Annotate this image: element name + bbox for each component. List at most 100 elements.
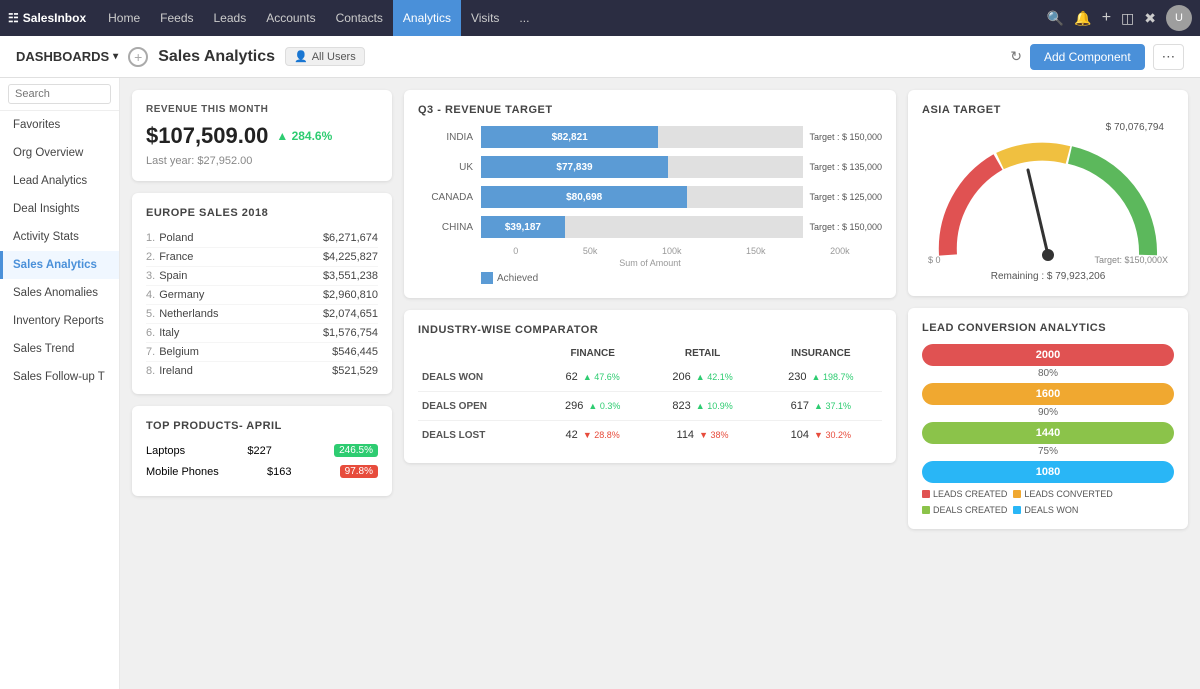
nav-item-contacts[interactable]: Contacts <box>326 0 393 36</box>
asia-target-card: ASIA TARGET $ 70,076,794 <box>908 90 1188 296</box>
q3-revenue-card: Q3 - REVENUE TARGET INDIA $82,821 Target… <box>404 90 896 298</box>
europe-row-germany: 4.Germany $2,960,810 <box>146 286 378 305</box>
q3-title: Q3 - REVENUE TARGET <box>418 104 882 116</box>
more-options-button[interactable]: ⋯ <box>1153 44 1184 70</box>
users-icon: 👤 <box>294 50 308 63</box>
bar-row-china: CHINA $39,187 Target : $ 150,000 <box>418 216 882 238</box>
mobile-badge: 97.8% <box>340 465 378 478</box>
asia-target-title: ASIA TARGET <box>922 104 1174 116</box>
up-triangle-icon: ▲ <box>276 129 288 143</box>
sidebar-item-deal-insights[interactable]: Deal Insights <box>0 195 119 223</box>
industry-comparator-card: INDUSTRY-WISE COMPARATOR FINANCE RETAIL … <box>404 310 896 463</box>
close-icon[interactable]: ✖ <box>1144 10 1156 27</box>
laptops-badge: 246.5% <box>334 444 378 457</box>
gauge-top-value: $ 70,076,794 <box>922 122 1164 133</box>
nav-right: 🔍 🔔 + ◫ ✖ U <box>1047 5 1192 31</box>
revenue-card: REVENUE THIS MONTH $107,509.00 ▲ 284.6% … <box>132 90 392 181</box>
europe-row-ireland: 8.Ireland $521,529 <box>146 362 378 380</box>
lead-bar-1600: 1600 <box>922 383 1174 405</box>
sidebar-item-inventory-reports[interactable]: Inventory Reports <box>0 307 119 335</box>
nav-item-visits[interactable]: Visits <box>461 0 509 36</box>
table-row-deals-open: DEALS OPEN 296 ▲ 0.3% 823 ▲ 10.9% 617 <box>418 392 882 421</box>
sidebar-item-sales-trend[interactable]: Sales Trend <box>0 335 119 363</box>
lead-bar-2000: 2000 <box>922 344 1174 366</box>
legend-item-leads-created: LEADS CREATED <box>922 489 1007 499</box>
main-layout: Favorites Org Overview Lead Analytics De… <box>0 78 1200 689</box>
comparator-title: INDUSTRY-WISE COMPARATOR <box>418 324 882 336</box>
lead-conversion-title: LEAD CONVERSION ANALYTICS <box>922 322 1174 334</box>
europe-row-belgium: 7.Belgium $546,445 <box>146 343 378 362</box>
europe-row-spain: 3.Spain $3,551,238 <box>146 267 378 286</box>
nav-item-analytics[interactable]: Analytics <box>393 0 461 36</box>
lead-bar-1080: 1080 <box>922 461 1174 483</box>
bar-row-canada: CANADA $80,698 Target : $ 125,000 <box>418 186 882 208</box>
sidebar: Favorites Org Overview Lead Analytics De… <box>0 78 120 689</box>
sidebar-item-lead-analytics[interactable]: Lead Analytics <box>0 167 119 195</box>
lead-conversion-card: LEAD CONVERSION ANALYTICS 2000 80% 1600 … <box>908 308 1188 529</box>
lead-bar-1440: 1440 <box>922 422 1174 444</box>
plus-icon[interactable]: + <box>1102 9 1111 27</box>
page-title: Sales Analytics <box>158 48 275 66</box>
gauge-svg <box>928 135 1168 265</box>
refresh-icon[interactable]: ↻ <box>1010 48 1022 65</box>
lead-pct-90: 90% <box>922 407 1174 418</box>
chart-axis: 050k100k150k200k <box>418 246 882 256</box>
europe-row-italy: 6.Italy $1,576,754 <box>146 324 378 343</box>
dashboards-button[interactable]: DASHBOARDS ▾ <box>16 49 118 64</box>
sidebar-item-sales-anomalies[interactable]: Sales Anomalies <box>0 279 119 307</box>
nav-brand[interactable]: ☷ SalesInbox <box>8 11 86 25</box>
add-dashboard-button[interactable]: + <box>128 47 148 67</box>
revenue-last-year: Last year: $27,952.00 <box>146 155 378 167</box>
grid-icon[interactable]: ◫ <box>1121 10 1134 27</box>
chart-sum-label: Sum of Amount <box>418 258 882 268</box>
europe-sales-card: EUROPE SALES 2018 1.Poland $6,271,674 2.… <box>132 193 392 394</box>
europe-row-netherlands: 5.Netherlands $2,074,651 <box>146 305 378 324</box>
avatar[interactable]: U <box>1166 5 1192 31</box>
nav-item-home[interactable]: Home <box>98 0 150 36</box>
legend-box-achieved <box>481 272 493 284</box>
sidebar-item-sales-followup[interactable]: Sales Follow-up T <box>0 363 119 391</box>
revenue-title: REVENUE THIS MONTH <box>146 104 378 115</box>
comparator-table: FINANCE RETAIL INSURANCE DEALS WON 62 ▲ … <box>418 344 882 449</box>
content-area: REVENUE THIS MONTH $107,509.00 ▲ 284.6% … <box>120 78 1200 689</box>
product-row-mobile: Mobile Phones $163 97.8% <box>146 461 378 482</box>
chart-legend: Achieved <box>418 272 882 284</box>
nav-item-leads[interactable]: Leads <box>204 0 257 36</box>
lead-pct-80: 80% <box>922 368 1174 379</box>
gauge-remaining: Remaining : $ 79,923,206 <box>991 271 1106 282</box>
europe-row-france: 2.France $4,225,827 <box>146 248 378 267</box>
table-row-deals-won: DEALS WON 62 ▲ 47.6% 206 ▲ 42.1% 230 <box>418 363 882 392</box>
all-users-badge[interactable]: 👤 All Users <box>285 47 365 66</box>
europe-row-poland: 1.Poland $6,271,674 <box>146 229 378 248</box>
nav-item-feeds[interactable]: Feeds <box>150 0 203 36</box>
product-row-laptops: Laptops $227 246.5% <box>146 440 378 461</box>
bell-icon[interactable]: 🔔 <box>1074 10 1091 27</box>
gauge-container: $ 0 Target: $150,000X Remaining : $ 79,9… <box>922 135 1174 282</box>
revenue-change-badge: ▲ 284.6% <box>276 129 332 143</box>
nav-item-accounts[interactable]: Accounts <box>256 0 325 36</box>
toolbar-right: ↻ Add Component ⋯ <box>1010 44 1184 70</box>
brand-icon: ☷ <box>8 11 19 25</box>
top-products-title: TOP PRODUCTS- APRIL <box>146 420 378 432</box>
europe-sales-title: EUROPE SALES 2018 <box>146 207 378 219</box>
top-nav: ☷ SalesInbox Home Feeds Leads Accounts C… <box>0 0 1200 36</box>
legend-item-deals-won: DEALS WON <box>1013 505 1078 515</box>
lead-pct-75: 75% <box>922 446 1174 457</box>
sidebar-item-activity-stats[interactable]: Activity Stats <box>0 223 119 251</box>
search-icon[interactable]: 🔍 <box>1047 10 1064 27</box>
toolbar: DASHBOARDS ▾ + Sales Analytics 👤 All Use… <box>0 36 1200 78</box>
legend-item-leads-converted: LEADS CONVERTED <box>1013 489 1112 499</box>
sidebar-item-favorites[interactable]: Favorites <box>0 111 119 139</box>
revenue-amount-row: $107,509.00 ▲ 284.6% <box>146 123 378 149</box>
sidebar-item-sales-analytics[interactable]: Sales Analytics <box>0 251 119 279</box>
left-column: REVENUE THIS MONTH $107,509.00 ▲ 284.6% … <box>132 90 392 529</box>
sidebar-item-org-overview[interactable]: Org Overview <box>0 139 119 167</box>
nav-item-more[interactable]: ... <box>509 0 539 36</box>
revenue-amount: $107,509.00 <box>146 123 268 149</box>
legend-item-deals-created: DEALS CREATED <box>922 505 1007 515</box>
bar-row-uk: UK $77,839 Target : $ 135,000 <box>418 156 882 178</box>
add-component-button[interactable]: Add Component <box>1030 44 1145 70</box>
top-products-card: TOP PRODUCTS- APRIL Laptops $227 246.5% … <box>132 406 392 496</box>
bar-row-india: INDIA $82,821 Target : $ 150,000 <box>418 126 882 148</box>
sidebar-search-input[interactable] <box>8 84 111 104</box>
